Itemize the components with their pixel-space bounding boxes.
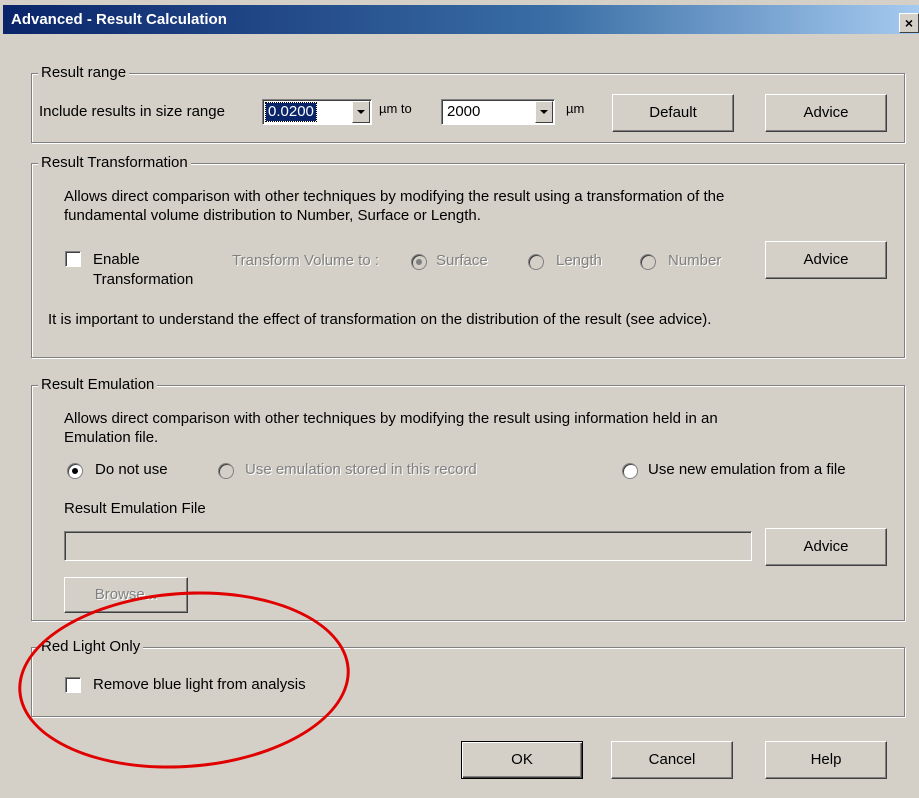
emulation-description-line2: Emulation file. <box>64 429 159 446</box>
min-size-value: 0.0200 <box>265 102 317 122</box>
radio-length[interactable] <box>528 254 544 270</box>
transformation-advice-button[interactable]: Advice <box>765 241 887 279</box>
close-icon: × <box>904 15 914 31</box>
emulation-description-line1: Allows direct comparison with other tech… <box>64 410 718 427</box>
title-bar[interactable]: Advanced - Result Calculation × <box>3 5 919 34</box>
radio-use-stored-emulation-label: Use emulation stored in this record <box>245 461 477 478</box>
emulation-file-input[interactable] <box>64 531 752 561</box>
radio-number[interactable] <box>640 254 656 270</box>
radio-use-new-emulation-label: Use new emulation from a file <box>648 461 846 478</box>
window-title: Advanced - Result Calculation <box>11 11 227 28</box>
transformation-description-line2: fundamental volume distribution to Numbe… <box>64 207 481 224</box>
red-light-label: Red Light Only <box>38 638 144 655</box>
radio-surface[interactable] <box>411 254 427 270</box>
radio-do-not-use[interactable] <box>67 463 83 479</box>
radio-number-label: Number <box>668 252 722 269</box>
emulation-file-label: Result Emulation File <box>64 500 206 517</box>
result-emulation-label: Result Emulation <box>38 376 158 393</box>
ok-button[interactable]: OK <box>461 741 583 779</box>
default-button[interactable]: Default <box>612 94 734 132</box>
chevron-down-icon[interactable] <box>535 101 553 123</box>
max-size-combo[interactable]: 2000 <box>441 99 555 125</box>
browse-button[interactable]: Browse... <box>64 577 188 613</box>
chevron-down-icon[interactable] <box>352 101 370 123</box>
result-range-label: Result range <box>38 64 130 81</box>
close-button[interactable]: × <box>899 13 919 33</box>
cancel-button[interactable]: Cancel <box>611 741 733 779</box>
max-size-value: 2000 <box>447 103 481 120</box>
min-size-combo[interactable]: 0.0200 <box>262 99 372 125</box>
result-transformation-label: Result Transformation <box>38 154 191 171</box>
help-button[interactable]: Help <box>765 741 887 779</box>
transform-volume-label: Transform Volume to : <box>232 252 379 269</box>
um-to-label: µm to <box>379 101 412 116</box>
radio-use-stored-emulation[interactable] <box>218 463 234 479</box>
size-range-label: Include results in size range <box>39 103 225 120</box>
remove-blue-light-checkbox[interactable] <box>65 677 81 693</box>
dialog-window: Advanced - Result Calculation × Result r… <box>0 0 919 798</box>
transformation-note: It is important to understand the effect… <box>48 311 712 328</box>
radio-surface-label: Surface <box>436 252 488 269</box>
range-advice-button[interactable]: Advice <box>765 94 887 132</box>
transformation-description-line1: Allows direct comparison with other tech… <box>64 188 725 205</box>
radio-do-not-use-label: Do not use <box>95 461 168 478</box>
radio-length-label: Length <box>556 252 602 269</box>
um-unit-label: µm <box>566 101 585 116</box>
remove-blue-light-label[interactable]: Remove blue light from analysis <box>93 676 306 693</box>
enable-transformation-label[interactable]: Enable Transformation <box>93 250 193 290</box>
radio-use-new-emulation[interactable] <box>622 463 638 479</box>
emulation-advice-button[interactable]: Advice <box>765 528 887 566</box>
enable-transformation-checkbox[interactable] <box>65 251 81 267</box>
